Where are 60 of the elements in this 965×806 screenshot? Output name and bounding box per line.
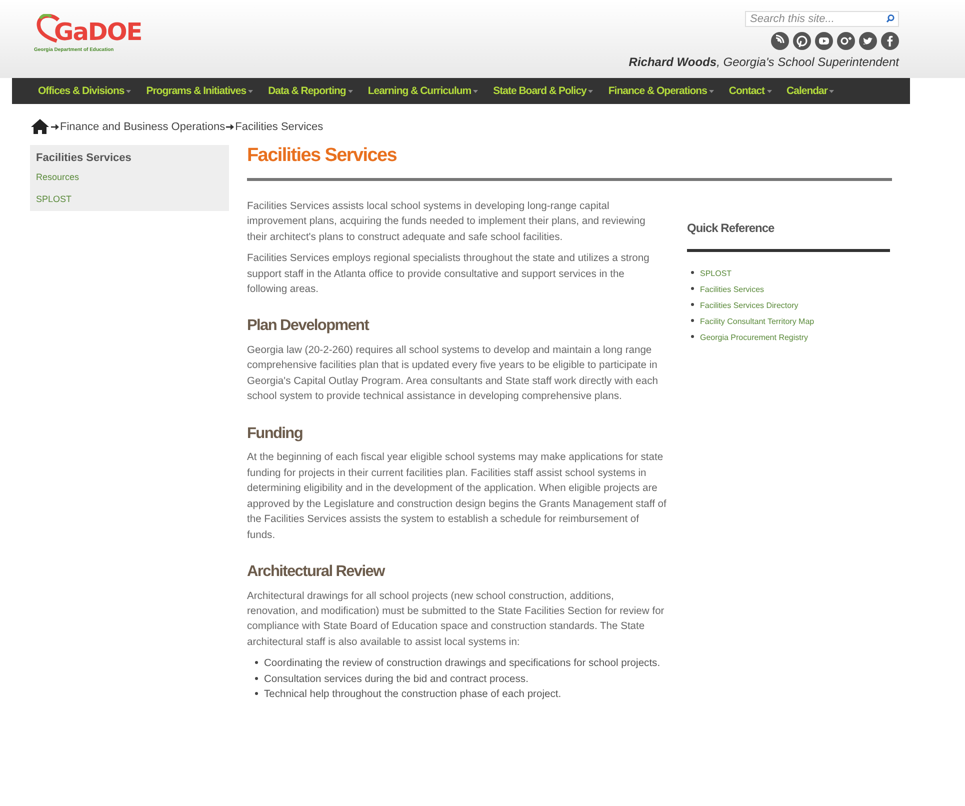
bullet-icon bbox=[691, 270, 694, 274]
body-paragraph: Facilities Services assists local school systems in developing long-range capital improvement plans, acquiring the funds needed to implement their plans, and reviewing their architect's plans to construct adequate and safe school facilities. bbox=[247, 200, 646, 245]
breadcrumb-link[interactable]: Finance and Business Operations bbox=[60, 120, 226, 132]
dropdown-caret-icon bbox=[473, 90, 478, 92]
page-title: Facilities Services bbox=[247, 145, 397, 168]
body-paragraph: At the beginning of each fiscal year eligible school systems may make applications for state funding for projects in their current facilities plan. Facilities staff assist school systems in determining eligibility and in the development of the application. When eligible projects are approved by the Legislature and construction design begins the Grants Management staff of the Facilities Services assists the system to establish a schedule for reimbursement of funds. bbox=[247, 451, 667, 543]
bullet-icon bbox=[255, 676, 258, 680]
dropdown-caret-icon bbox=[348, 90, 353, 92]
dropdown-caret-icon bbox=[588, 90, 594, 92]
twitter-icon[interactable] bbox=[859, 32, 877, 50]
sidebar-link[interactable]: SPLOST bbox=[36, 194, 223, 204]
nav-menu-item[interactable]: Offices & Divisions bbox=[38, 78, 132, 104]
arrow-icon bbox=[51, 124, 59, 130]
facebook-icon[interactable] bbox=[881, 32, 899, 50]
bullet-icon bbox=[691, 302, 694, 306]
nav-menu-item[interactable]: Calendar bbox=[786, 78, 834, 104]
dropdown-caret-icon bbox=[708, 90, 714, 92]
superintendent-tagline: Richard Woods, Georgia's School Superintendent bbox=[628, 55, 899, 69]
quick-reference-link[interactable]: Facility Consultant Territory Map bbox=[700, 314, 814, 330]
breadcrumb-link[interactable]: Facilities Services bbox=[235, 120, 324, 132]
youtube-icon[interactable] bbox=[815, 32, 833, 50]
quick-reference-link[interactable]: Facilities Services bbox=[700, 282, 764, 298]
section-heading: Plan Development bbox=[247, 317, 369, 336]
list-item: Consultation services during the bid and contract process. bbox=[264, 672, 528, 687]
nav-menu-item[interactable]: Finance & Operations bbox=[608, 78, 714, 104]
google-plus-icon[interactable] bbox=[837, 32, 855, 50]
bullet-icon bbox=[255, 692, 258, 696]
dropdown-caret-icon bbox=[126, 90, 132, 92]
body-paragraph: Georgia law (20-2-260) requires all school systems to develop and maintain a long range comprehensive facilities plan that is updated every five years to be eligible to participate in Georgia's Capital Outlay Program. Area consultants and State staff work directly with each school system to provide technical assistance in developing comprehensive plans. bbox=[247, 344, 659, 404]
section-heading: Architectural Review bbox=[247, 562, 384, 582]
nav-menu-item[interactable]: Programs & Initiatives bbox=[146, 78, 254, 104]
logo-text[interactable]: GaDOE bbox=[54, 20, 142, 44]
list-item: Coordinating the review of construction drawings and specifications for school projects. bbox=[264, 657, 660, 672]
dropdown-caret-icon bbox=[248, 90, 254, 92]
pinterest-icon[interactable] bbox=[793, 32, 811, 50]
quick-reference-link[interactable]: SPLOST bbox=[700, 266, 732, 282]
sidebar-link[interactable]: Resources bbox=[36, 172, 223, 182]
nav-menu-item[interactable]: Contact bbox=[728, 78, 772, 104]
section-heading: Funding bbox=[247, 424, 303, 444]
home-icon[interactable] bbox=[31, 119, 49, 134]
nav-menu-item[interactable]: Learning & Curriculum bbox=[368, 78, 478, 104]
dropdown-caret-icon bbox=[766, 90, 772, 92]
bullet-icon bbox=[691, 318, 694, 322]
rss-icon[interactable] bbox=[771, 32, 789, 50]
dropdown-caret-icon bbox=[829, 90, 834, 92]
sidebar-heading: Quick Reference bbox=[687, 220, 774, 235]
bullet-icon bbox=[691, 286, 694, 290]
quick-reference-link[interactable]: Georgia Procurement Registry bbox=[700, 330, 808, 346]
bullet-icon bbox=[691, 334, 694, 338]
nav-menu-item[interactable]: State Board & Policy bbox=[493, 78, 594, 104]
list-item: Technical help throughout the construction phase of each project. bbox=[264, 688, 562, 702]
quick-reference-link[interactable]: Facilities Services Directory bbox=[700, 298, 798, 314]
body-paragraph: Facilities Services employs regional specialists throughout the state and utilizes a strong support staff in the Atlanta office to provide consultative and support services in the following areas. bbox=[247, 252, 650, 297]
sidebar-title: Facilities Services bbox=[36, 152, 132, 164]
nav-menu-item[interactable]: Data & Reporting bbox=[268, 78, 353, 104]
search-icon[interactable] bbox=[886, 14, 895, 23]
bullet-icon bbox=[255, 661, 258, 664]
arrow-icon bbox=[226, 124, 234, 130]
body-paragraph: Architectural drawings for all school projects (new school construction, additions, renovation, and modification) must be submitted to the State Facilities Section for review for compliance with State Board of Education space and construction standards. The State architectural staff is also available to assist local systems in: bbox=[247, 590, 666, 650]
search-field[interactable]: Search this site... bbox=[745, 11, 899, 27]
